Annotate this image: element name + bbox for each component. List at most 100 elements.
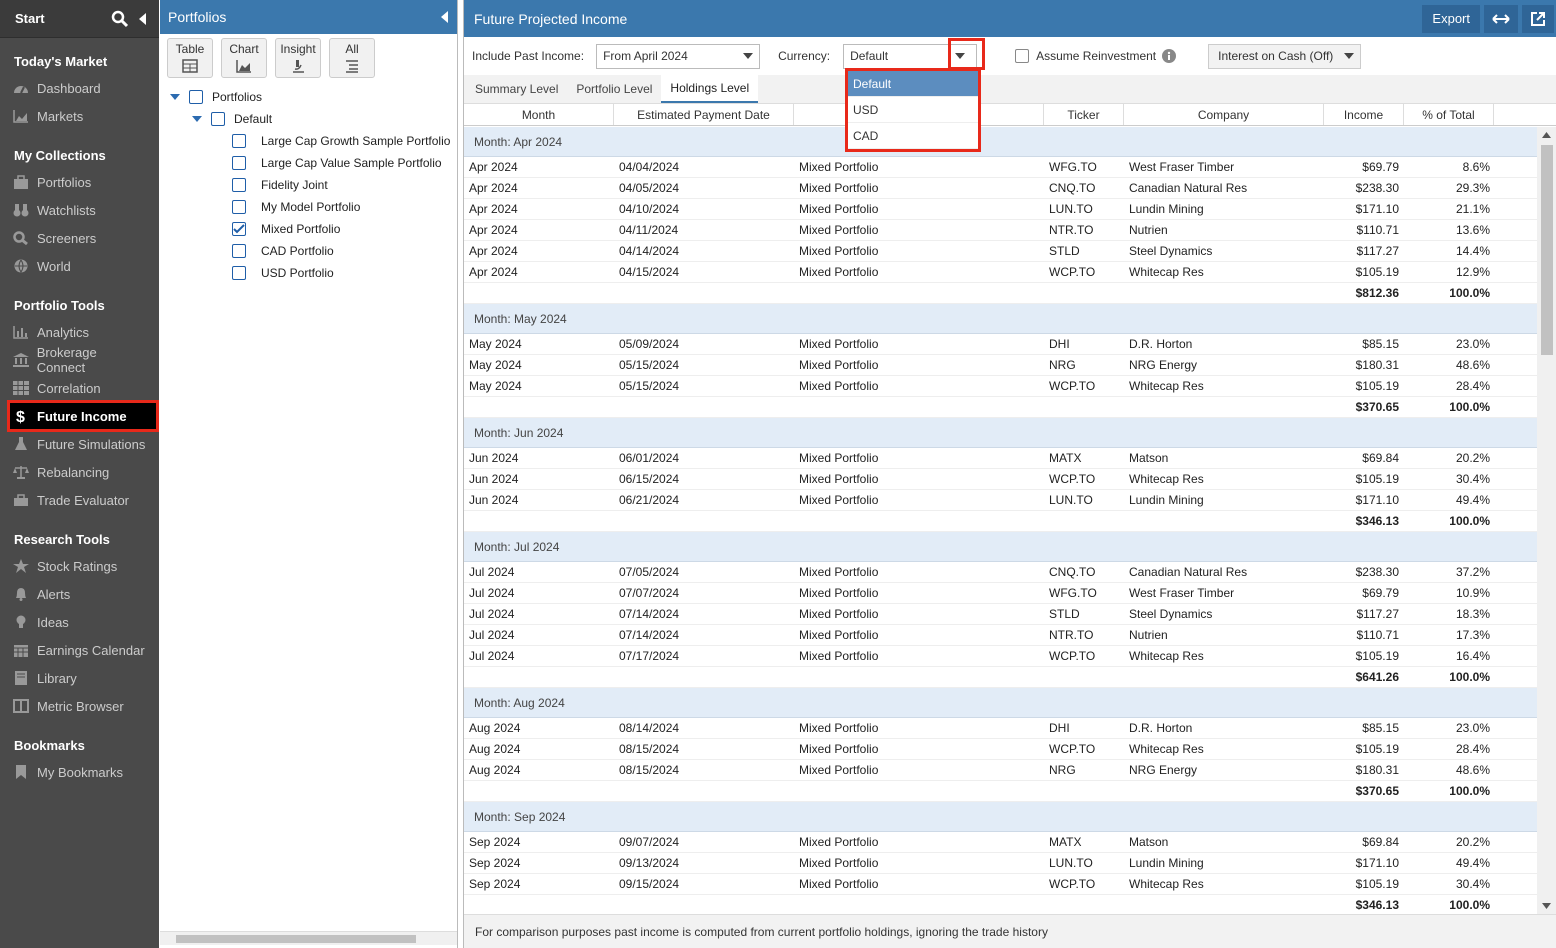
- column-header[interactable]: Estimated Payment Date: [614, 104, 794, 125]
- group-header[interactable]: Month: Jun 2024: [464, 418, 1537, 448]
- sidebar-item-dashboard[interactable]: Dashboard: [0, 74, 159, 102]
- table-row[interactable]: Apr 2024 04/04/2024 Mixed Portfolio WFG.TO W…: [464, 157, 1537, 178]
- info-icon[interactable]: [1162, 49, 1177, 63]
- sidebar-item-watchlists[interactable]: Watchlists: [0, 196, 159, 224]
- table-row[interactable]: Apr 2024 04/05/2024 Mixed Portfolio CNQ.TO C…: [464, 178, 1537, 199]
- tree-item[interactable]: Mixed Portfolio: [160, 218, 457, 240]
- table-row[interactable]: Aug 2024 08/14/2024 Mixed Portfolio DHI D.R.…: [464, 718, 1537, 739]
- sidebar-item-correlation[interactable]: Correlation: [0, 374, 159, 402]
- sidebar-item-portfolios[interactable]: Portfolios: [0, 168, 159, 196]
- sidebar-item-future-income[interactable]: $ Future Income: [7, 400, 159, 432]
- checkbox[interactable]: [232, 178, 246, 192]
- checkbox[interactable]: [232, 134, 246, 148]
- tab-summary-level[interactable]: Summary Level: [466, 74, 567, 103]
- tree-item[interactable]: CAD Portfolio: [160, 240, 457, 262]
- table-row[interactable]: Aug 2024 08/15/2024 Mixed Portfolio NRG NRG …: [464, 760, 1537, 781]
- sidebar-item-markets[interactable]: Markets: [0, 102, 159, 130]
- table-view-button[interactable]: Table: [167, 38, 213, 78]
- sidebar-item-ideas[interactable]: Ideas: [0, 608, 159, 636]
- insight-view-button[interactable]: Insight: [275, 38, 321, 78]
- tree-group-row[interactable]: Default: [160, 108, 457, 130]
- checkbox[interactable]: [211, 112, 225, 126]
- column-header[interactable]: % of Total: [1404, 104, 1494, 125]
- column-header[interactable]: Month: [464, 104, 614, 125]
- sidebar-item-rebalancing[interactable]: Rebalancing: [0, 458, 159, 486]
- checkbox[interactable]: [189, 90, 203, 104]
- tab-portfolio-level[interactable]: Portfolio Level: [567, 74, 661, 103]
- checkbox[interactable]: [232, 244, 246, 258]
- sidebar-item-analytics[interactable]: Analytics: [0, 318, 159, 346]
- table-row[interactable]: Jul 2024 07/17/2024 Mixed Portfolio WCP.TO W…: [464, 646, 1537, 667]
- checkbox[interactable]: [232, 200, 246, 214]
- start-label[interactable]: Start: [15, 11, 101, 26]
- sidebar-item-alerts[interactable]: Alerts: [0, 580, 159, 608]
- expand-arrow-icon[interactable]: [170, 94, 180, 100]
- table-row[interactable]: Apr 2024 04/11/2024 Mixed Portfolio NTR.TO N…: [464, 220, 1537, 241]
- sidebar-item-trade-evaluator[interactable]: Trade Evaluator: [0, 486, 159, 514]
- table-row[interactable]: May 2024 05/15/2024 Mixed Portfolio NRG NRG …: [464, 355, 1537, 376]
- table-row[interactable]: Aug 2024 08/15/2024 Mixed Portfolio WCP.TO W…: [464, 739, 1537, 760]
- tree-root-row[interactable]: Portfolios: [160, 86, 457, 108]
- expand-arrow-icon[interactable]: [192, 116, 202, 122]
- group-header[interactable]: Month: May 2024: [464, 304, 1537, 334]
- table-row[interactable]: Sep 2024 09/13/2024 Mixed Portfolio LUN.TO L…: [464, 853, 1537, 874]
- interest-cash-select[interactable]: Interest on Cash (Off): [1208, 43, 1362, 69]
- table-row[interactable]: May 2024 05/15/2024 Mixed Portfolio WCP.TO W…: [464, 376, 1537, 397]
- tree-item[interactable]: USD Portfolio: [160, 262, 457, 284]
- checkbox[interactable]: [232, 222, 246, 236]
- vertical-scrollbar[interactable]: [1537, 127, 1556, 914]
- sidebar-item-future-simulations[interactable]: Future Simulations: [0, 430, 159, 458]
- sidebar-item-metric-browser[interactable]: Metric Browser: [0, 692, 159, 720]
- sidebar-item-my-bookmarks[interactable]: My Bookmarks: [0, 758, 159, 786]
- currency-option-cad[interactable]: CAD: [848, 123, 978, 149]
- currency-option-usd[interactable]: USD: [848, 97, 978, 123]
- sidebar-item-library[interactable]: Library: [0, 664, 159, 692]
- sidebar-item-screeners[interactable]: Screeners: [0, 224, 159, 252]
- table-row[interactable]: Jul 2024 07/05/2024 Mixed Portfolio CNQ.TO C…: [464, 562, 1537, 583]
- table-row[interactable]: May 2024 05/09/2024 Mixed Portfolio DHI D.R.…: [464, 334, 1537, 355]
- sidebar-item-stock-ratings[interactable]: Stock Ratings: [0, 552, 159, 580]
- export-button[interactable]: Export: [1422, 4, 1480, 33]
- table-row[interactable]: Sep 2024 09/07/2024 Mixed Portfolio MATX Mat…: [464, 832, 1537, 853]
- tree-item[interactable]: Large Cap Value Sample Portfolio: [160, 152, 457, 174]
- group-header[interactable]: Month: Sep 2024: [464, 802, 1537, 832]
- group-header[interactable]: Month: Jul 2024: [464, 532, 1537, 562]
- expand-width-button[interactable]: [1484, 4, 1518, 33]
- sidebar-item-world[interactable]: World: [0, 252, 159, 280]
- tree-item[interactable]: My Model Portfolio: [160, 196, 457, 218]
- table-row[interactable]: Jun 2024 06/21/2024 Mixed Portfolio LUN.TO L…: [464, 490, 1537, 511]
- group-header[interactable]: Month: Apr 2024: [464, 127, 1537, 157]
- table-row[interactable]: Jul 2024 07/14/2024 Mixed Portfolio STLD Ste…: [464, 604, 1537, 625]
- currency-option-default[interactable]: Default: [848, 71, 978, 97]
- reinvest-checkbox[interactable]: [1015, 49, 1030, 63]
- column-header[interactable]: Income: [1324, 104, 1404, 125]
- popout-button[interactable]: [1522, 4, 1554, 33]
- tab-holdings-level[interactable]: Holdings Level: [661, 74, 759, 103]
- table-row[interactable]: Jul 2024 07/07/2024 Mixed Portfolio WFG.TO W…: [464, 583, 1537, 604]
- scroll-thumb[interactable]: [176, 935, 416, 943]
- group-header[interactable]: Month: Aug 2024: [464, 688, 1537, 718]
- tree-item[interactable]: Large Cap Growth Sample Portfolio: [160, 130, 457, 152]
- table-row[interactable]: Apr 2024 04/10/2024 Mixed Portfolio LUN.TO L…: [464, 199, 1537, 220]
- table-row[interactable]: Jun 2024 06/01/2024 Mixed Portfolio MATX Mat…: [464, 448, 1537, 469]
- collapse-left-icon[interactable]: [139, 12, 147, 25]
- sidebar-item-brokerage-connect[interactable]: Brokerage Connect: [0, 345, 159, 375]
- sidebar-item-earnings-calendar[interactable]: Earnings Calendar: [0, 636, 159, 664]
- checkbox[interactable]: [232, 156, 246, 170]
- horizontal-scrollbar[interactable]: [160, 931, 457, 945]
- table-row[interactable]: Jun 2024 06/15/2024 Mixed Portfolio WCP.TO W…: [464, 469, 1537, 490]
- checkbox[interactable]: [232, 266, 246, 280]
- table-row[interactable]: Jul 2024 07/14/2024 Mixed Portfolio NTR.TO N…: [464, 625, 1537, 646]
- scroll-down-icon[interactable]: [1542, 903, 1551, 909]
- column-header[interactable]: Ticker: [1044, 104, 1124, 125]
- table-row[interactable]: Apr 2024 04/14/2024 Mixed Portfolio STLD Ste…: [464, 241, 1537, 262]
- search-icon[interactable]: [111, 10, 129, 28]
- all-view-button[interactable]: All: [329, 38, 375, 78]
- scroll-up-icon[interactable]: [1542, 132, 1551, 138]
- table-row[interactable]: Sep 2024 09/15/2024 Mixed Portfolio WCP.TO W…: [464, 874, 1537, 895]
- tree-item[interactable]: Fidelity Joint: [160, 174, 457, 196]
- column-header[interactable]: Company: [1124, 104, 1324, 125]
- table-row[interactable]: Apr 2024 04/15/2024 Mixed Portfolio WCP.TO W…: [464, 262, 1537, 283]
- scroll-thumb[interactable]: [1541, 145, 1553, 355]
- include-past-select[interactable]: From April 2024: [596, 43, 761, 69]
